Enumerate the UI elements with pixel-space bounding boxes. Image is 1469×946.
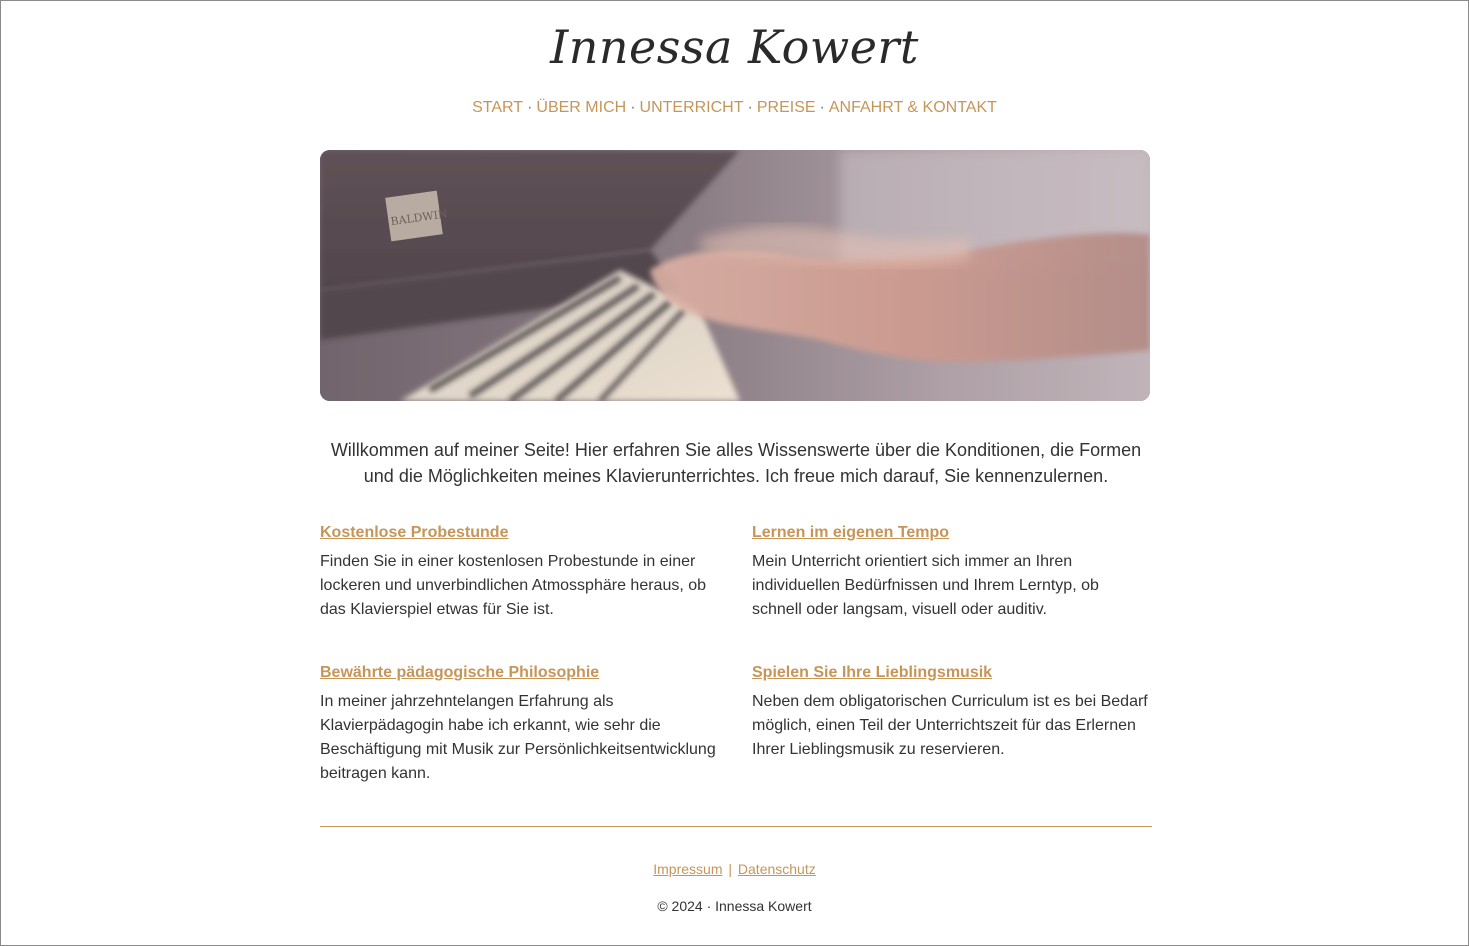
nav-separator: · xyxy=(819,99,825,116)
nav-item-ueber-mich[interactable]: ÜBER MICH xyxy=(536,99,626,116)
feature-probestunde: Kostenlose Probestunde Finden Sie in ein… xyxy=(320,523,720,622)
hero-image-piano-hands: BALDWIN xyxy=(320,150,1150,401)
footer-links: Impressum | Datenschutz xyxy=(1,860,1468,878)
feature-link-eigenes-tempo[interactable]: Lernen im eigenen Tempo xyxy=(752,524,949,541)
nav-item-start[interactable]: START xyxy=(472,99,523,116)
feature-title: Bewährte pädagogische Philosophie xyxy=(320,663,720,683)
main-nav: START · ÜBER MICH · UNTERRICHT · PREISE · ANFAHR… xyxy=(1,98,1468,118)
feature-text: In meiner jahrzehntelangen Erfahrung als… xyxy=(320,693,716,782)
feature-link-lieblingsmusik[interactable]: Spielen Sie Ihre Lieblingsmusik xyxy=(752,664,992,681)
feature-link-probestunde[interactable]: Kostenlose Probestunde xyxy=(320,524,508,541)
hero-illustration: BALDWIN xyxy=(320,150,1150,401)
nav-separator: · xyxy=(747,99,753,116)
copyright: © 2024 · Innessa Kowert xyxy=(657,898,812,914)
intro-text: Willkommen auf meiner Seite! Hier erfahr… xyxy=(330,440,1142,486)
feature-text: Finden Sie in einer kostenlosen Probestu… xyxy=(320,553,707,618)
datenschutz-link[interactable]: Datenschutz xyxy=(738,861,816,877)
feature-title: Spielen Sie Ihre Lieblingsmusik xyxy=(752,663,1152,683)
nav-item-unterricht[interactable]: UNTERRICHT xyxy=(640,99,744,116)
feature-title: Lernen im eigenen Tempo xyxy=(752,523,1152,543)
nav-separator: · xyxy=(527,99,533,116)
nav-separator: · xyxy=(630,99,636,116)
feature-link-philosophie[interactable]: Bewährte pädagogische Philosophie xyxy=(320,664,599,681)
feature-philosophie: Bewährte pädagogische Philosophie In mei… xyxy=(320,663,720,786)
feature-text: Neben dem obligatorischen Curriculum ist… xyxy=(752,693,1148,758)
feature-eigenes-tempo: Lernen im eigenen Tempo Mein Unterricht … xyxy=(752,523,1152,622)
footer-divider xyxy=(320,826,1152,827)
nav-item-preise[interactable]: PREISE xyxy=(757,99,816,116)
impressum-link[interactable]: Impressum xyxy=(653,861,722,877)
feature-lieblingsmusik: Spielen Sie Ihre Lieblingsmusik Neben de… xyxy=(752,663,1152,762)
feature-title: Kostenlose Probestunde xyxy=(320,523,720,543)
nav-item-anfahrt-kontakt[interactable]: ANFAHRT & KONTAKT xyxy=(829,99,997,116)
site-title[interactable]: Innessa Kowert xyxy=(1,15,1468,79)
footer-separator: | xyxy=(728,861,733,877)
page-frame: Innessa Kowert START · ÜBER MICH · UNTERRICH… xyxy=(0,0,1469,946)
feature-text: Mein Unterricht orientiert sich immer an… xyxy=(752,553,1099,618)
